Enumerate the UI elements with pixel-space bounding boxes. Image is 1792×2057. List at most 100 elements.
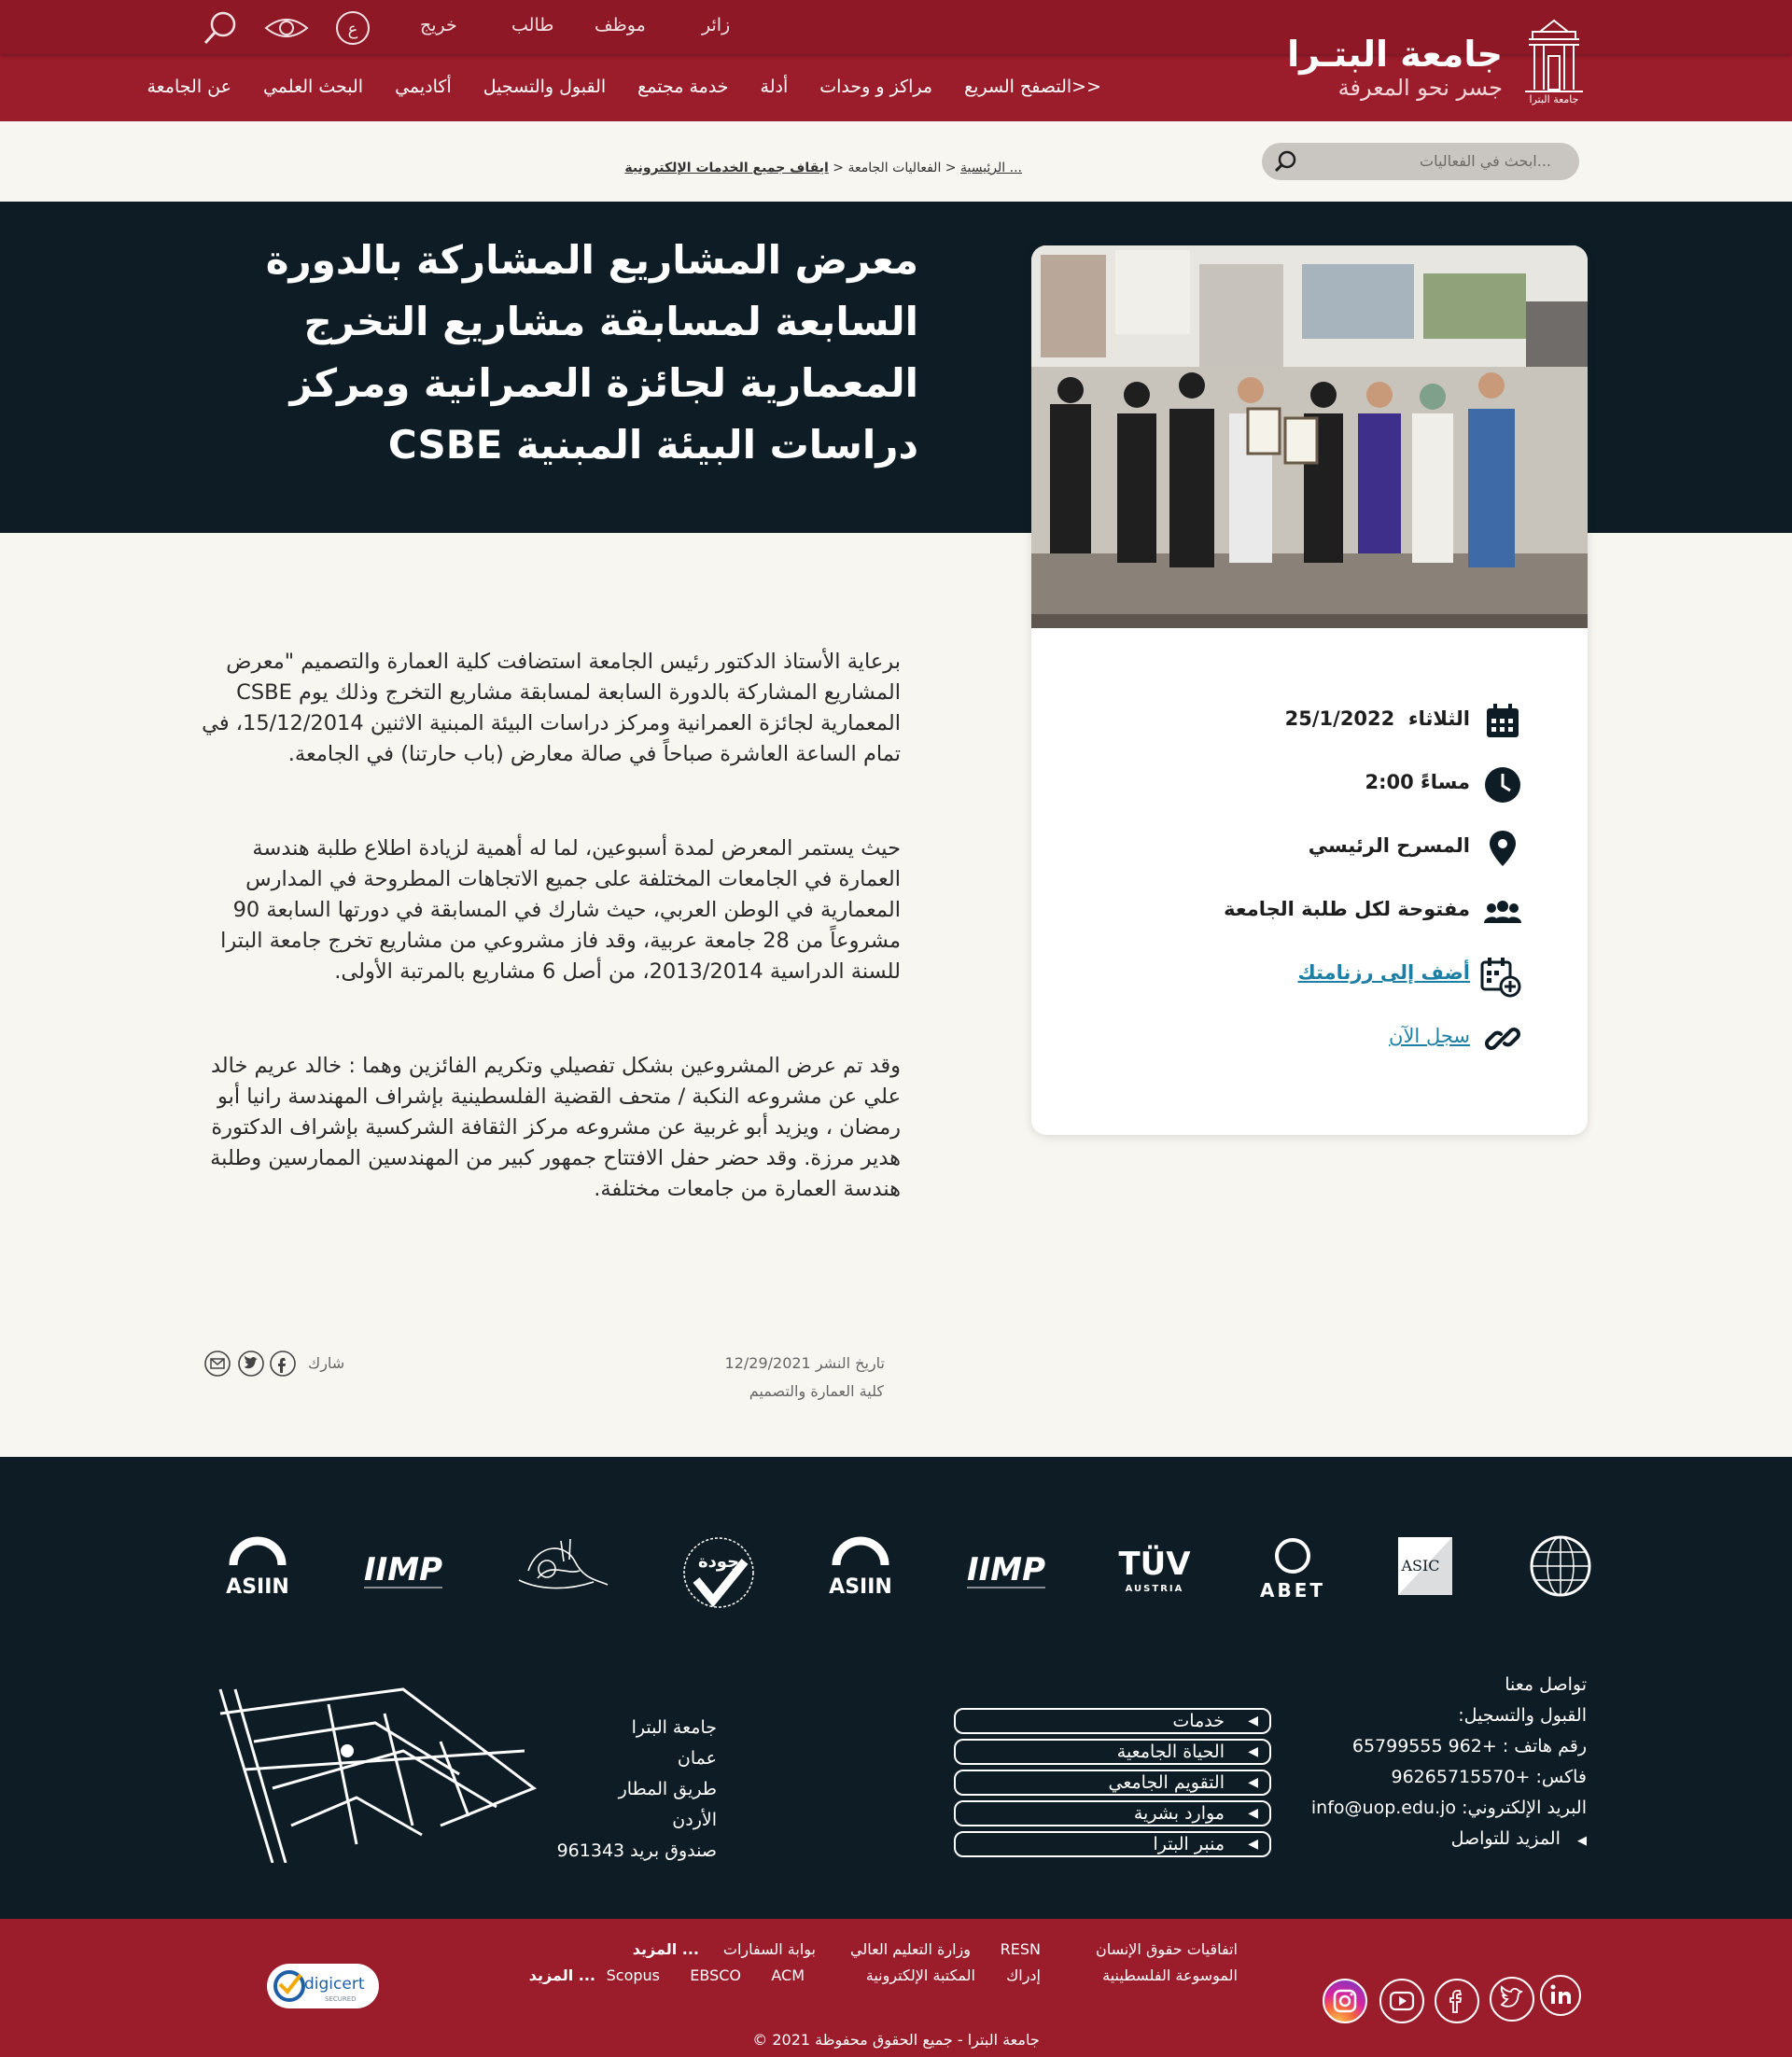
contact-email[interactable]: البريد الإلكتروني: info@uop.edu.jo bbox=[1311, 1798, 1587, 1818]
contact-phone[interactable]: رقم هاتف : +962 65799555 bbox=[1352, 1736, 1587, 1756]
triangle-left-icon: ◀ bbox=[1248, 1837, 1258, 1852]
footer-link-more[interactable]: ... المزيد bbox=[633, 1940, 699, 1958]
location-pin-icon bbox=[1483, 829, 1522, 868]
add-to-calendar-row[interactable]: أضف إلى رزنامتك bbox=[1084, 952, 1522, 999]
footer-link-palestinian-encyclopedia[interactable]: الموسوعة الفلسطينية bbox=[1102, 1966, 1238, 1984]
search-icon[interactable] bbox=[1273, 149, 1297, 174]
calligraphy-seal-logo[interactable] bbox=[510, 1533, 612, 1599]
faculty-name: كلية العمارة والتصميم bbox=[749, 1382, 884, 1400]
svg-text:SECURED: SECURED bbox=[325, 1995, 357, 2003]
event-search[interactable]: ...ابحث في الفعاليات bbox=[1262, 143, 1579, 180]
abet-logo[interactable]: ABET bbox=[1255, 1533, 1330, 1602]
copyright: جامعة البترا - جميع الحقوق محفوظة 2021 © bbox=[752, 2031, 1040, 2049]
quick-link-hr[interactable]: ◀ موارد بشرية bbox=[954, 1800, 1271, 1826]
nav-guides[interactable]: أدلة bbox=[761, 77, 789, 97]
breadcrumb-current[interactable]: ايقاف جميع الخدمات الإلكترونية bbox=[624, 161, 828, 175]
search-magnifier-icon[interactable] bbox=[202, 9, 239, 47]
search-input[interactable]: ...ابحث في الفعاليات bbox=[1420, 152, 1551, 170]
quick-link-campus-life[interactable]: ◀ الحياة الجامعية bbox=[954, 1739, 1271, 1765]
campus-map[interactable] bbox=[217, 1686, 539, 1864]
body-paragraph-3: وقد تم عرض المشروعين بشكل تفصيلي وتكريم … bbox=[210, 1054, 901, 1201]
top-link-alumni[interactable]: خريج bbox=[420, 15, 457, 35]
nav-research[interactable]: البحث العلمي bbox=[263, 77, 363, 97]
acpe-globe-logo[interactable] bbox=[1529, 1533, 1603, 1599]
contact-heading: تواصل معنا bbox=[1505, 1674, 1587, 1695]
link-chain-icon[interactable] bbox=[1483, 1019, 1522, 1058]
quick-link-forum[interactable]: ◀ منبر البترا bbox=[954, 1831, 1271, 1857]
email-share-icon[interactable] bbox=[203, 1350, 231, 1378]
twitter-icon[interactable] bbox=[1490, 1977, 1534, 2022]
footer-link-human-rights[interactable]: اتفاقيات حقوق الإنسان bbox=[1096, 1940, 1238, 1958]
quick-link-calendar[interactable]: ◀ التقويم الجامعي bbox=[954, 1770, 1271, 1796]
nav-community[interactable]: خدمة مجتمع bbox=[637, 77, 728, 97]
breadcrumb-separator: < bbox=[828, 161, 848, 175]
top-link-student[interactable]: طالب bbox=[511, 15, 553, 35]
breadcrumb-separator: < bbox=[941, 161, 960, 175]
breadcrumb-bar: ...ابحث في الفعاليات ... الرئيسية < الفع… bbox=[0, 121, 1792, 202]
breadcrumb-home[interactable]: ... الرئيسية bbox=[960, 161, 1022, 175]
svg-text:AUSTRIA: AUSTRIA bbox=[1126, 1584, 1184, 1594]
jawda-quality-logo[interactable]: جودة bbox=[679, 1533, 758, 1608]
footer-link-resn[interactable]: RESN bbox=[1001, 1940, 1041, 1958]
nav-academic[interactable]: أكاديمي bbox=[395, 77, 452, 97]
tuv-austria-logo[interactable]: TÜV AUSTRIA bbox=[1113, 1533, 1197, 1599]
asiin-logo[interactable]: ASIIN bbox=[220, 1533, 295, 1599]
contact-more-link[interactable]: ◀ المزيد للتواصل bbox=[1451, 1828, 1587, 1849]
twitter-share-icon[interactable] bbox=[237, 1350, 265, 1378]
register-row[interactable]: سجل الآن bbox=[1084, 1015, 1522, 1062]
top-link-visitor[interactable]: زائر bbox=[702, 15, 730, 35]
calendar-icon bbox=[1483, 702, 1522, 741]
footer-link-ministry[interactable]: وزارة التعليم العالي bbox=[850, 1940, 971, 1958]
footer-link-acm[interactable]: ACM bbox=[771, 1966, 805, 1984]
footer-link-embassies[interactable]: بوابة السفارات bbox=[723, 1940, 816, 1958]
add-to-calendar-link[interactable]: أضف إلى رزنامتك bbox=[1297, 961, 1470, 984]
share-label: شارك bbox=[308, 1354, 345, 1372]
event-time-row: مساءً 2:00 bbox=[1084, 762, 1522, 808]
asic-logo[interactable]: ASIC bbox=[1396, 1533, 1471, 1599]
footer-link-ebsco[interactable]: EBSCO bbox=[690, 1966, 741, 1984]
quick-link-services[interactable]: ◀ خدمات bbox=[954, 1708, 1271, 1734]
address-line: صندوق بريد 961343 bbox=[556, 1840, 717, 1861]
nav-admission[interactable]: القبول والتسجيل bbox=[483, 77, 606, 97]
footer-link-edraak[interactable]: إدراك bbox=[1006, 1966, 1041, 1984]
nav-centers[interactable]: مراكز و وحدات bbox=[819, 77, 932, 97]
instagram-icon[interactable] bbox=[1323, 1979, 1367, 2023]
footer-link-more-2[interactable]: ... المزيد bbox=[529, 1966, 595, 1984]
iimp-logo[interactable]: IIMP bbox=[357, 1533, 450, 1599]
linkedin-icon[interactable] bbox=[1540, 1975, 1581, 2016]
publish-date: تاريخ النشر 12/29/2021 bbox=[725, 1354, 885, 1372]
svg-text:IIMP: IIMP bbox=[967, 1551, 1045, 1588]
svg-text:ASIIN: ASIIN bbox=[829, 1575, 892, 1599]
event-location-row: المسرح الرئيسي bbox=[1084, 825, 1522, 872]
language-toggle-icon[interactable]: ع bbox=[334, 9, 371, 47]
site-footer: ASIIN IIMP جودة ASIIN IIMP TÜV AUSTRIA AB… bbox=[0, 1457, 1792, 1919]
svg-text:ABET: ABET bbox=[1260, 1579, 1325, 1602]
university-logo[interactable]: جامعة البترا bbox=[1521, 19, 1587, 110]
nav-about[interactable]: عن الجامعة bbox=[147, 77, 231, 97]
top-link-staff[interactable]: موظف bbox=[595, 15, 646, 35]
site-header: زائر موظف طالب خريج ع جامعة البترا جامعة… bbox=[0, 0, 1792, 121]
breadcrumb: ... الرئيسية < الفعاليات الجامعة < ايقاف… bbox=[624, 161, 1022, 175]
facebook-icon[interactable] bbox=[1435, 1979, 1479, 2023]
event-date: 25/1/2022 bbox=[1284, 707, 1395, 730]
footer-link-scopus[interactable]: Scopus bbox=[607, 1966, 660, 1984]
accessibility-eye-icon[interactable] bbox=[263, 9, 310, 47]
register-now-link[interactable]: سجل الآن bbox=[1389, 1025, 1470, 1047]
event-audience: مفتوحة لكل طلبة الجامعة bbox=[1224, 898, 1470, 920]
breadcrumb-section[interactable]: الفعاليات الجامعة bbox=[847, 161, 941, 175]
bottom-bar: اتفاقيات حقوق الإنسان RESN وزارة التعليم… bbox=[0, 1919, 1792, 2057]
svg-text:digicert: digicert bbox=[304, 1975, 365, 1994]
footer-link-e-library[interactable]: المكتبة الإلكترونية bbox=[866, 1966, 975, 1984]
event-location: المسرح الرئيسي bbox=[1308, 834, 1470, 857]
iimp-logo-2[interactable]: IIMP bbox=[959, 1533, 1053, 1599]
calendar-add-icon[interactable] bbox=[1480, 956, 1522, 998]
brand-title: جامعة البتـرا bbox=[1287, 34, 1503, 75]
triangle-left-icon: ◀ bbox=[1248, 1806, 1258, 1821]
event-details-card: الثلاثاء 25/1/2022 مساءً 2:00 المسرح الر… bbox=[1031, 245, 1588, 1135]
asiin-logo-2[interactable]: ASIIN bbox=[823, 1533, 898, 1599]
facebook-share-icon[interactable] bbox=[269, 1350, 297, 1378]
digicert-seal[interactable]: digicert SECURED bbox=[267, 1964, 379, 2008]
nav-quick-browse[interactable]: <<التصفح السريع bbox=[964, 77, 1101, 97]
youtube-icon[interactable] bbox=[1379, 1979, 1424, 2023]
contact-fax: فاكس: +96265715570 bbox=[1391, 1767, 1588, 1787]
